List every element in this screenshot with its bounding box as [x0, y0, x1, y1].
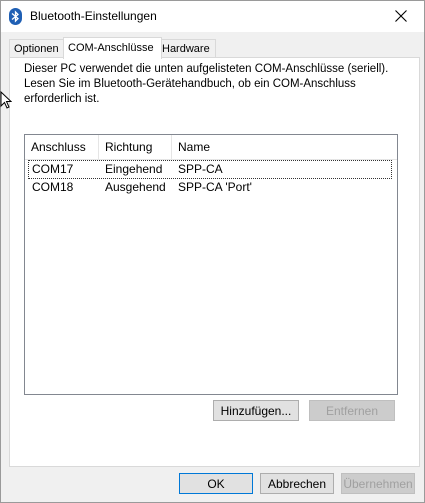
tab-hardware[interactable]: Hardware [157, 39, 216, 58]
description-line: Dieser PC verwendet die unten aufgeliste… [24, 63, 389, 75]
description-text: Dieser PC verwendet die unten aufgeliste… [24, 62, 414, 107]
title-bar: Bluetooth-Einstellungen [1, 1, 424, 32]
window-title: Bluetooth-Einstellungen [30, 9, 157, 23]
com-ports-list[interactable]: Anschluss Richtung Name COM17 Eingehend … [24, 134, 398, 395]
cancel-button[interactable]: Abbrechen [260, 473, 334, 494]
cell-direction: Ausgehend [105, 180, 166, 194]
list-item[interactable]: COM17 Eingehend SPP-CA [28, 160, 392, 179]
list-item[interactable]: COM18 Ausgehend SPP-CA 'Port' [29, 179, 391, 196]
close-icon [395, 10, 407, 22]
close-button[interactable] [378, 1, 424, 32]
cell-name: SPP-CA [178, 162, 223, 176]
list-header: Anschluss Richtung Name [25, 135, 397, 160]
tab-com-anschluesse[interactable]: COM-Anschlüsse [63, 37, 162, 59]
cell-port: COM18 [32, 180, 74, 194]
cell-direction: Eingehend [105, 162, 163, 176]
ok-button[interactable]: OK [179, 473, 253, 494]
description-line: erforderlich ist. [24, 93, 100, 105]
column-header-direction[interactable]: Richtung [99, 135, 172, 159]
description-line: Lesen Sie im Bluetooth-Gerätehandbuch, o… [24, 78, 356, 90]
cell-name: SPP-CA 'Port' [178, 180, 252, 194]
mouse-pointer-icon [0, 91, 12, 109]
apply-button[interactable]: Übernehmen [341, 473, 415, 494]
column-header-port[interactable]: Anschluss [25, 135, 99, 159]
bluetooth-icon [9, 8, 22, 25]
bluetooth-settings-window: Bluetooth-Einstellungen Optionen COM-Ans… [0, 0, 425, 503]
column-header-name[interactable]: Name [172, 135, 397, 159]
tab-panel-com-ports: Dieser PC verwendet die unten aufgeliste… [9, 57, 420, 467]
add-button[interactable]: Hinzufügen... [213, 400, 299, 421]
cell-port: COM17 [32, 162, 74, 176]
remove-button[interactable]: Entfernen [309, 400, 395, 421]
tab-optionen[interactable]: Optionen [9, 39, 67, 58]
